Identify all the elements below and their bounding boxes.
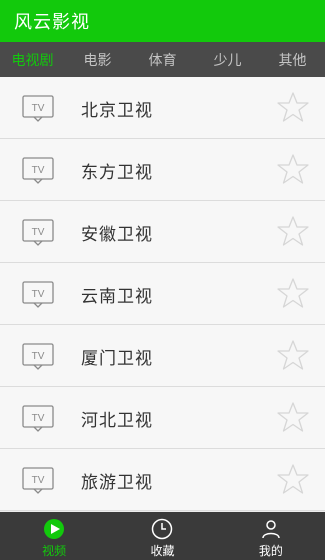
star-outline-icon[interactable] <box>277 339 309 371</box>
star-outline-icon[interactable] <box>277 463 309 495</box>
svg-text:TV: TV <box>32 351 45 362</box>
user-icon <box>262 520 280 539</box>
channel-row[interactable]: TV 安徽卫视 <box>0 201 325 263</box>
svg-text:TV: TV <box>32 413 45 424</box>
nav-mine-label: 我的 <box>258 544 283 558</box>
channel-row[interactable]: TV 北京卫视 <box>0 77 325 139</box>
star-outline-icon[interactable] <box>277 153 309 185</box>
app-title: 风云影视 <box>14 12 90 33</box>
channel-name: 安徽卫视 <box>81 224 153 245</box>
star-outline-icon[interactable] <box>277 277 309 309</box>
tv-icon: TV <box>22 405 54 432</box>
channel-name: 东方卫视 <box>81 162 153 183</box>
channel-list[interactable]: TV 北京卫视 TV 东方卫视 TV 安徽卫视 TV 云南卫视 TV 厦门卫视 … <box>0 77 325 512</box>
channel-row[interactable]: TV 东方卫视 <box>0 139 325 201</box>
channel-name: 河北卫视 <box>81 410 153 431</box>
channel-row[interactable]: TV 厦门卫视 <box>0 325 325 387</box>
svg-text:TV: TV <box>32 103 45 114</box>
bottom-nav: 视频 收藏 我的 <box>0 512 325 560</box>
tab-others[interactable]: 其他 <box>260 42 325 77</box>
channel-name: 厦门卫视 <box>81 348 153 369</box>
star-outline-icon[interactable] <box>277 91 309 123</box>
nav-mine[interactable]: 我的 <box>217 512 325 560</box>
category-tabs: 电视剧 电影 体育 少儿 其他 <box>0 42 325 77</box>
channel-name: 北京卫视 <box>81 100 153 121</box>
tv-icon: TV <box>22 219 54 246</box>
tv-icon: TV <box>22 343 54 370</box>
nav-video[interactable]: 视频 <box>0 512 108 560</box>
svg-text:TV: TV <box>32 289 45 300</box>
channel-row[interactable]: TV 河北卫视 <box>0 387 325 449</box>
nav-favorites-label: 收藏 <box>150 544 175 558</box>
star-outline-icon[interactable] <box>277 401 309 433</box>
tab-kids[interactable]: 少儿 <box>195 42 260 77</box>
channel-row[interactable]: TV 云南卫视 <box>0 263 325 325</box>
svg-text:TV: TV <box>32 165 45 176</box>
star-outline-icon[interactable] <box>277 215 309 247</box>
tab-tv-series[interactable]: 电视剧 <box>0 42 65 77</box>
clock-icon <box>152 518 173 540</box>
tab-sports[interactable]: 体育 <box>130 42 195 77</box>
svg-text:TV: TV <box>32 227 45 238</box>
play-icon <box>44 519 65 539</box>
channel-row[interactable]: TV 旅游卫视 <box>0 449 325 511</box>
nav-favorites[interactable]: 收藏 <box>108 512 216 560</box>
tv-icon: TV <box>22 467 54 494</box>
tv-icon: TV <box>22 157 54 184</box>
channel-name: 旅游卫视 <box>81 472 153 493</box>
nav-video-label: 视频 <box>42 544 67 558</box>
tv-icon: TV <box>22 281 54 308</box>
app-bar: 风云影视 <box>0 0 325 42</box>
channel-name: 云南卫视 <box>81 286 153 307</box>
svg-text:TV: TV <box>32 475 45 486</box>
tab-movies[interactable]: 电影 <box>65 42 130 77</box>
tv-icon: TV <box>22 95 54 122</box>
